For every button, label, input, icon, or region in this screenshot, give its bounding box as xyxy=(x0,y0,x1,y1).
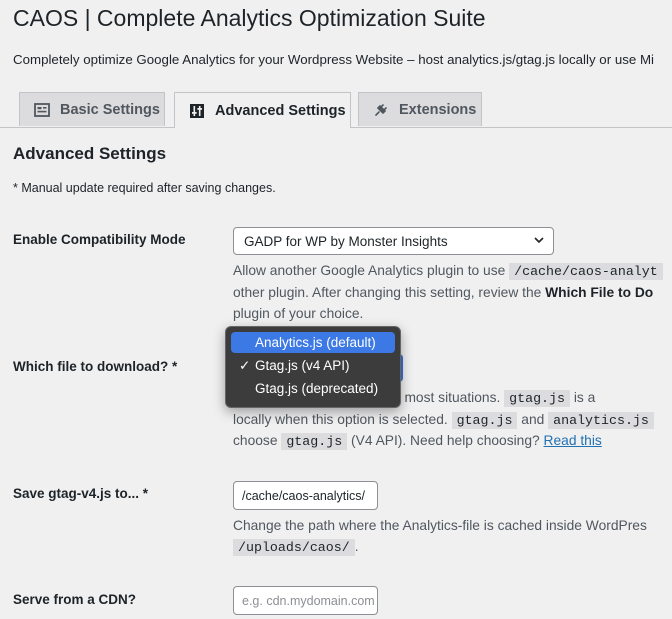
checkmark-icon: ✓ xyxy=(239,358,251,373)
sliders-icon xyxy=(189,103,205,119)
compatibility-mode-label: Enable Compatibility Mode xyxy=(13,232,186,247)
settings-panel-icon xyxy=(34,102,50,118)
tab-label: Basic Settings xyxy=(60,101,160,118)
cdn-label: Serve from a CDN? xyxy=(13,592,137,607)
tab-advanced-settings[interactable]: Advanced Settings xyxy=(174,92,351,128)
which-file-desc-line-3: choose gtag.js (V4 API). Need help choos… xyxy=(233,433,602,450)
save-path-desc-line-2: /uploads/caos/. xyxy=(233,536,359,558)
tab-extensions[interactable]: Extensions xyxy=(358,92,482,126)
tab-label: Extensions xyxy=(399,101,477,118)
which-file-dropdown-menu: Analytics.js (default) ✓ Gtag.js (v4 API)… xyxy=(225,326,401,408)
compatibility-desc-line-3: plugin of your choice. xyxy=(233,306,364,321)
tab-label: Advanced Settings xyxy=(215,102,346,119)
option-analytics-js[interactable]: Analytics.js (default) xyxy=(231,332,395,353)
compatibility-desc-line-1: Allow another Google Analytics plugin to… xyxy=(233,260,663,282)
chevron-down-icon xyxy=(534,237,544,244)
save-path-desc-line-1: Change the path where the Analytics-file… xyxy=(233,518,647,533)
read-this-link[interactable]: Read this xyxy=(544,433,602,448)
option-gtag-v4[interactable]: ✓ Gtag.js (v4 API) xyxy=(231,355,395,376)
compatibility-mode-select[interactable]: GADP for WP by Monster Insights xyxy=(233,227,554,255)
which-file-desc-line-2: locally when this option is selected. gt… xyxy=(233,409,654,431)
page-title: CAOS | Complete Analytics Optimization S… xyxy=(13,5,486,31)
compatibility-mode-value: GADP for WP by Monster Insights xyxy=(244,233,448,249)
compatibility-desc-line-2: other plugin. After changing this settin… xyxy=(233,285,654,300)
save-path-label: Save gtag-v4.js to... * xyxy=(13,486,149,501)
section-heading: Advanced Settings xyxy=(13,144,167,163)
which-file-label: Which file to download? * xyxy=(13,359,178,374)
save-path-input[interactable]: /cache/caos-analytics/ xyxy=(233,481,378,510)
page-subtitle: Completely optimize Google Analytics for… xyxy=(13,52,654,67)
option-gtag-deprecated[interactable]: Gtag.js (deprecated) xyxy=(231,378,395,399)
manual-update-note: * Manual update required after saving ch… xyxy=(13,181,276,195)
plugin-icon xyxy=(373,102,389,118)
cdn-input[interactable]: e.g. cdn.mydomain.com xyxy=(233,586,378,615)
tab-basic-settings[interactable]: Basic Settings xyxy=(19,92,165,126)
